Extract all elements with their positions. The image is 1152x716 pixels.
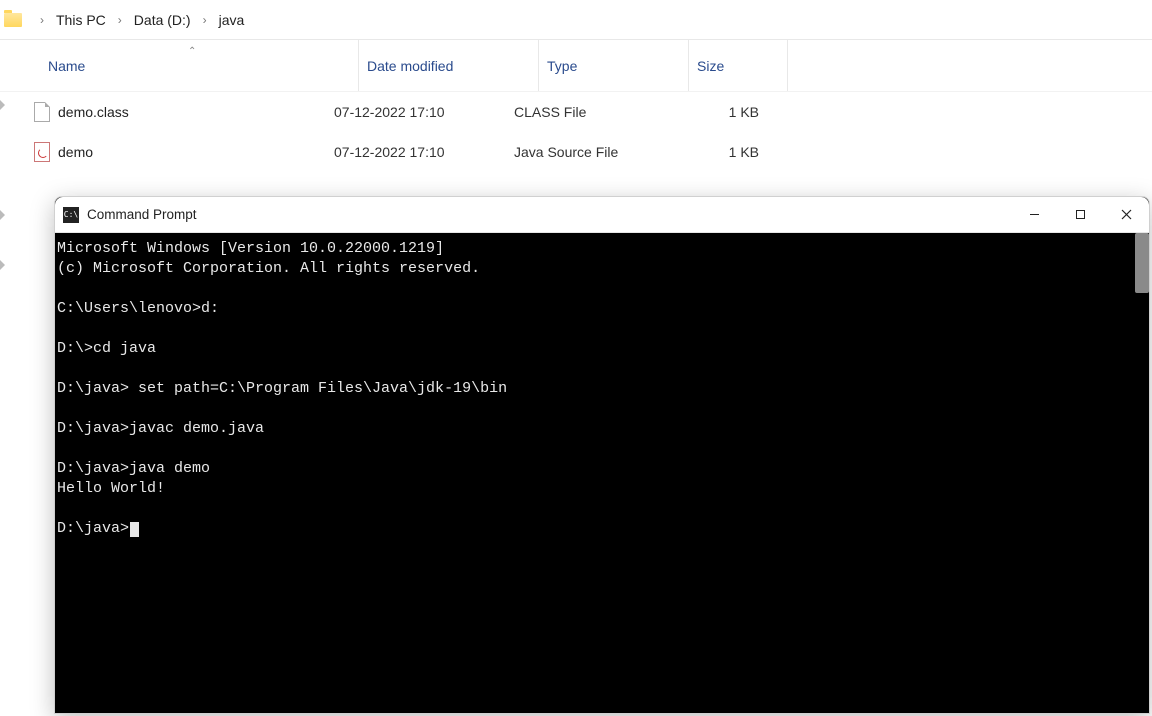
file-type: Java Source File bbox=[514, 144, 689, 160]
maximize-icon bbox=[1075, 209, 1086, 220]
file-type-icon bbox=[34, 142, 50, 162]
cmd-terminal-output[interactable]: Microsoft Windows [Version 10.0.22000.12… bbox=[55, 233, 1149, 713]
cmd-scrollbar-thumb[interactable] bbox=[1135, 233, 1149, 293]
breadcrumb-seg-1[interactable]: Data (D:) bbox=[130, 8, 195, 32]
sort-ascending-icon: ⌃ bbox=[188, 46, 196, 57]
file-row[interactable]: demo.class 07-12-2022 17:10CLASS File1 KB bbox=[0, 92, 1152, 132]
minimize-button[interactable] bbox=[1011, 197, 1057, 232]
close-icon bbox=[1121, 209, 1132, 220]
terminal-cursor bbox=[130, 522, 139, 537]
file-type: CLASS File bbox=[514, 104, 689, 120]
column-header-date-label: Date modified bbox=[367, 58, 453, 74]
file-list: demo.class07-12-2022 17:10CLASS File1 KB… bbox=[0, 92, 1152, 172]
file-size: 1 KB bbox=[689, 144, 759, 160]
cmd-app-icon: C:\ bbox=[63, 207, 79, 223]
column-header-date[interactable]: Date modified bbox=[358, 40, 538, 91]
cmd-titlebar[interactable]: C:\ Command Prompt bbox=[55, 197, 1149, 233]
file-row[interactable]: demo 07-12-2022 17:10Java Source File1 KB bbox=[0, 132, 1152, 172]
file-type-icon bbox=[34, 102, 50, 122]
file-date: 07-12-2022 17:10 bbox=[334, 104, 514, 120]
breadcrumb[interactable]: › This PC › Data (D:) › java bbox=[0, 0, 1152, 40]
chevron-right-icon[interactable]: › bbox=[203, 13, 207, 27]
chevron-right-icon[interactable]: › bbox=[118, 13, 122, 27]
file-size: 1 KB bbox=[689, 104, 759, 120]
file-name: demo.class bbox=[58, 104, 129, 120]
cmd-title: Command Prompt bbox=[87, 207, 1011, 222]
breadcrumb-seg-0[interactable]: This PC bbox=[52, 8, 110, 32]
column-header-size-label: Size bbox=[697, 58, 724, 74]
file-name: demo bbox=[58, 144, 93, 160]
column-header-type[interactable]: Type bbox=[538, 40, 688, 91]
column-header-size[interactable]: Size bbox=[688, 40, 788, 91]
nav-pane-grips bbox=[0, 70, 8, 370]
maximize-button[interactable] bbox=[1057, 197, 1103, 232]
close-button[interactable] bbox=[1103, 197, 1149, 232]
breadcrumb-seg-2[interactable]: java bbox=[215, 8, 249, 32]
folder-icon bbox=[4, 13, 22, 27]
file-date: 07-12-2022 17:10 bbox=[334, 144, 514, 160]
chevron-right-icon[interactable]: › bbox=[40, 13, 44, 27]
column-header-name[interactable]: Name ⌃ bbox=[48, 58, 358, 74]
minimize-icon bbox=[1029, 209, 1040, 220]
column-header-name-label: Name bbox=[48, 58, 85, 74]
column-header-type-label: Type bbox=[547, 58, 577, 74]
column-header-row: Name ⌃ Date modified Type Size bbox=[0, 40, 1152, 92]
command-prompt-window: C:\ Command Prompt Microsoft Windows [Ve… bbox=[54, 196, 1150, 714]
